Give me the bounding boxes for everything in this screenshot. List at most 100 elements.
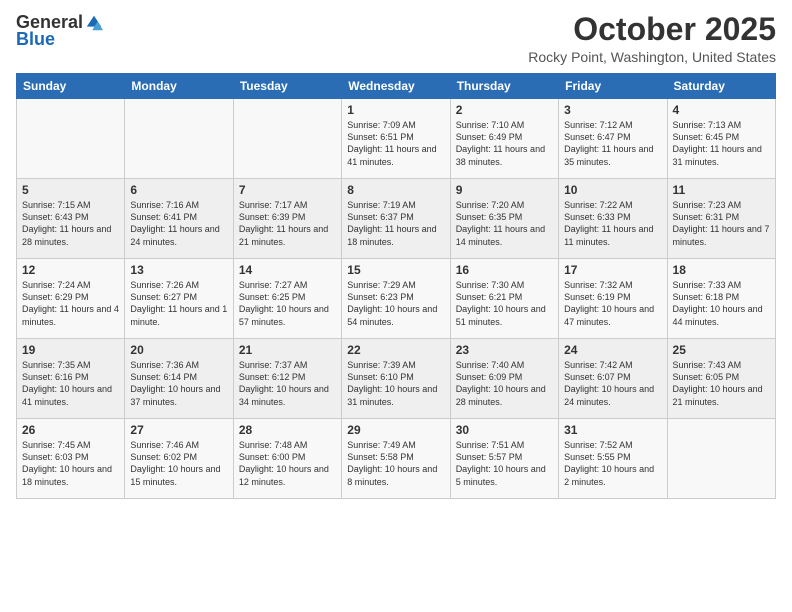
- day-info: Sunrise: 7:22 AMSunset: 6:33 PMDaylight:…: [564, 199, 661, 248]
- calendar-week-5: 26 Sunrise: 7:45 AMSunset: 6:03 PMDaylig…: [17, 419, 776, 499]
- day-info: Sunrise: 7:39 AMSunset: 6:10 PMDaylight:…: [347, 359, 444, 408]
- calendar-cell: [125, 99, 233, 179]
- day-number: 8: [347, 183, 444, 197]
- calendar-header-row: Sunday Monday Tuesday Wednesday Thursday…: [17, 74, 776, 99]
- col-sunday: Sunday: [17, 74, 125, 99]
- calendar-cell: 18 Sunrise: 7:33 AMSunset: 6:18 PMDaylig…: [667, 259, 775, 339]
- calendar-cell: 12 Sunrise: 7:24 AMSunset: 6:29 PMDaylig…: [17, 259, 125, 339]
- calendar-cell: 31 Sunrise: 7:52 AMSunset: 5:55 PMDaylig…: [559, 419, 667, 499]
- calendar-cell: 4 Sunrise: 7:13 AMSunset: 6:45 PMDayligh…: [667, 99, 775, 179]
- calendar-cell: 14 Sunrise: 7:27 AMSunset: 6:25 PMDaylig…: [233, 259, 341, 339]
- col-friday: Friday: [559, 74, 667, 99]
- calendar-cell: 1 Sunrise: 7:09 AMSunset: 6:51 PMDayligh…: [342, 99, 450, 179]
- calendar-cell: 25 Sunrise: 7:43 AMSunset: 6:05 PMDaylig…: [667, 339, 775, 419]
- calendar-cell: [233, 99, 341, 179]
- day-number: 29: [347, 423, 444, 437]
- day-number: 22: [347, 343, 444, 357]
- day-number: 18: [673, 263, 770, 277]
- calendar-week-4: 19 Sunrise: 7:35 AMSunset: 6:16 PMDaylig…: [17, 339, 776, 419]
- day-info: Sunrise: 7:45 AMSunset: 6:03 PMDaylight:…: [22, 439, 119, 488]
- col-thursday: Thursday: [450, 74, 558, 99]
- calendar-cell: 16 Sunrise: 7:30 AMSunset: 6:21 PMDaylig…: [450, 259, 558, 339]
- day-info: Sunrise: 7:29 AMSunset: 6:23 PMDaylight:…: [347, 279, 444, 328]
- day-number: 2: [456, 103, 553, 117]
- day-number: 9: [456, 183, 553, 197]
- col-saturday: Saturday: [667, 74, 775, 99]
- day-info: Sunrise: 7:32 AMSunset: 6:19 PMDaylight:…: [564, 279, 661, 328]
- day-info: Sunrise: 7:19 AMSunset: 6:37 PMDaylight:…: [347, 199, 444, 248]
- day-number: 21: [239, 343, 336, 357]
- day-number: 26: [22, 423, 119, 437]
- col-wednesday: Wednesday: [342, 74, 450, 99]
- day-number: 19: [22, 343, 119, 357]
- calendar-week-3: 12 Sunrise: 7:24 AMSunset: 6:29 PMDaylig…: [17, 259, 776, 339]
- col-monday: Monday: [125, 74, 233, 99]
- calendar-cell: 9 Sunrise: 7:20 AMSunset: 6:35 PMDayligh…: [450, 179, 558, 259]
- day-info: Sunrise: 7:46 AMSunset: 6:02 PMDaylight:…: [130, 439, 227, 488]
- logo: General Blue: [16, 12, 103, 50]
- day-number: 27: [130, 423, 227, 437]
- calendar-cell: 19 Sunrise: 7:35 AMSunset: 6:16 PMDaylig…: [17, 339, 125, 419]
- calendar-week-1: 1 Sunrise: 7:09 AMSunset: 6:51 PMDayligh…: [17, 99, 776, 179]
- day-info: Sunrise: 7:48 AMSunset: 6:00 PMDaylight:…: [239, 439, 336, 488]
- day-number: 23: [456, 343, 553, 357]
- calendar-cell: 21 Sunrise: 7:37 AMSunset: 6:12 PMDaylig…: [233, 339, 341, 419]
- calendar-cell: 20 Sunrise: 7:36 AMSunset: 6:14 PMDaylig…: [125, 339, 233, 419]
- day-info: Sunrise: 7:30 AMSunset: 6:21 PMDaylight:…: [456, 279, 553, 328]
- calendar-cell: 2 Sunrise: 7:10 AMSunset: 6:49 PMDayligh…: [450, 99, 558, 179]
- calendar-cell: [667, 419, 775, 499]
- calendar-cell: 26 Sunrise: 7:45 AMSunset: 6:03 PMDaylig…: [17, 419, 125, 499]
- calendar-cell: 24 Sunrise: 7:42 AMSunset: 6:07 PMDaylig…: [559, 339, 667, 419]
- day-number: 10: [564, 183, 661, 197]
- day-number: 11: [673, 183, 770, 197]
- page: General Blue October 2025 Rocky Point, W…: [0, 0, 792, 612]
- day-number: 1: [347, 103, 444, 117]
- day-number: 17: [564, 263, 661, 277]
- day-number: 3: [564, 103, 661, 117]
- day-info: Sunrise: 7:23 AMSunset: 6:31 PMDaylight:…: [673, 199, 770, 248]
- day-info: Sunrise: 7:16 AMSunset: 6:41 PMDaylight:…: [130, 199, 227, 248]
- day-info: Sunrise: 7:37 AMSunset: 6:12 PMDaylight:…: [239, 359, 336, 408]
- calendar: Sunday Monday Tuesday Wednesday Thursday…: [16, 73, 776, 499]
- day-number: 31: [564, 423, 661, 437]
- month-title: October 2025: [528, 12, 776, 47]
- calendar-cell: 6 Sunrise: 7:16 AMSunset: 6:41 PMDayligh…: [125, 179, 233, 259]
- logo-blue: Blue: [16, 29, 55, 50]
- day-number: 12: [22, 263, 119, 277]
- day-number: 7: [239, 183, 336, 197]
- calendar-cell: 30 Sunrise: 7:51 AMSunset: 5:57 PMDaylig…: [450, 419, 558, 499]
- day-number: 13: [130, 263, 227, 277]
- calendar-cell: 29 Sunrise: 7:49 AMSunset: 5:58 PMDaylig…: [342, 419, 450, 499]
- calendar-cell: 27 Sunrise: 7:46 AMSunset: 6:02 PMDaylig…: [125, 419, 233, 499]
- header: General Blue October 2025 Rocky Point, W…: [16, 12, 776, 65]
- calendar-cell: 23 Sunrise: 7:40 AMSunset: 6:09 PMDaylig…: [450, 339, 558, 419]
- calendar-cell: 5 Sunrise: 7:15 AMSunset: 6:43 PMDayligh…: [17, 179, 125, 259]
- day-info: Sunrise: 7:24 AMSunset: 6:29 PMDaylight:…: [22, 279, 119, 328]
- calendar-cell: 13 Sunrise: 7:26 AMSunset: 6:27 PMDaylig…: [125, 259, 233, 339]
- day-info: Sunrise: 7:52 AMSunset: 5:55 PMDaylight:…: [564, 439, 661, 488]
- location: Rocky Point, Washington, United States: [528, 49, 776, 65]
- day-info: Sunrise: 7:17 AMSunset: 6:39 PMDaylight:…: [239, 199, 336, 248]
- day-info: Sunrise: 7:42 AMSunset: 6:07 PMDaylight:…: [564, 359, 661, 408]
- day-info: Sunrise: 7:49 AMSunset: 5:58 PMDaylight:…: [347, 439, 444, 488]
- day-info: Sunrise: 7:27 AMSunset: 6:25 PMDaylight:…: [239, 279, 336, 328]
- calendar-cell: [17, 99, 125, 179]
- calendar-week-2: 5 Sunrise: 7:15 AMSunset: 6:43 PMDayligh…: [17, 179, 776, 259]
- day-number: 16: [456, 263, 553, 277]
- day-number: 24: [564, 343, 661, 357]
- day-number: 5: [22, 183, 119, 197]
- day-number: 20: [130, 343, 227, 357]
- logo-icon: [85, 14, 103, 32]
- calendar-cell: 3 Sunrise: 7:12 AMSunset: 6:47 PMDayligh…: [559, 99, 667, 179]
- day-info: Sunrise: 7:51 AMSunset: 5:57 PMDaylight:…: [456, 439, 553, 488]
- day-number: 14: [239, 263, 336, 277]
- day-number: 6: [130, 183, 227, 197]
- day-info: Sunrise: 7:09 AMSunset: 6:51 PMDaylight:…: [347, 119, 444, 168]
- calendar-cell: 22 Sunrise: 7:39 AMSunset: 6:10 PMDaylig…: [342, 339, 450, 419]
- col-tuesday: Tuesday: [233, 74, 341, 99]
- day-info: Sunrise: 7:15 AMSunset: 6:43 PMDaylight:…: [22, 199, 119, 248]
- day-info: Sunrise: 7:12 AMSunset: 6:47 PMDaylight:…: [564, 119, 661, 168]
- day-number: 25: [673, 343, 770, 357]
- calendar-cell: 17 Sunrise: 7:32 AMSunset: 6:19 PMDaylig…: [559, 259, 667, 339]
- day-number: 28: [239, 423, 336, 437]
